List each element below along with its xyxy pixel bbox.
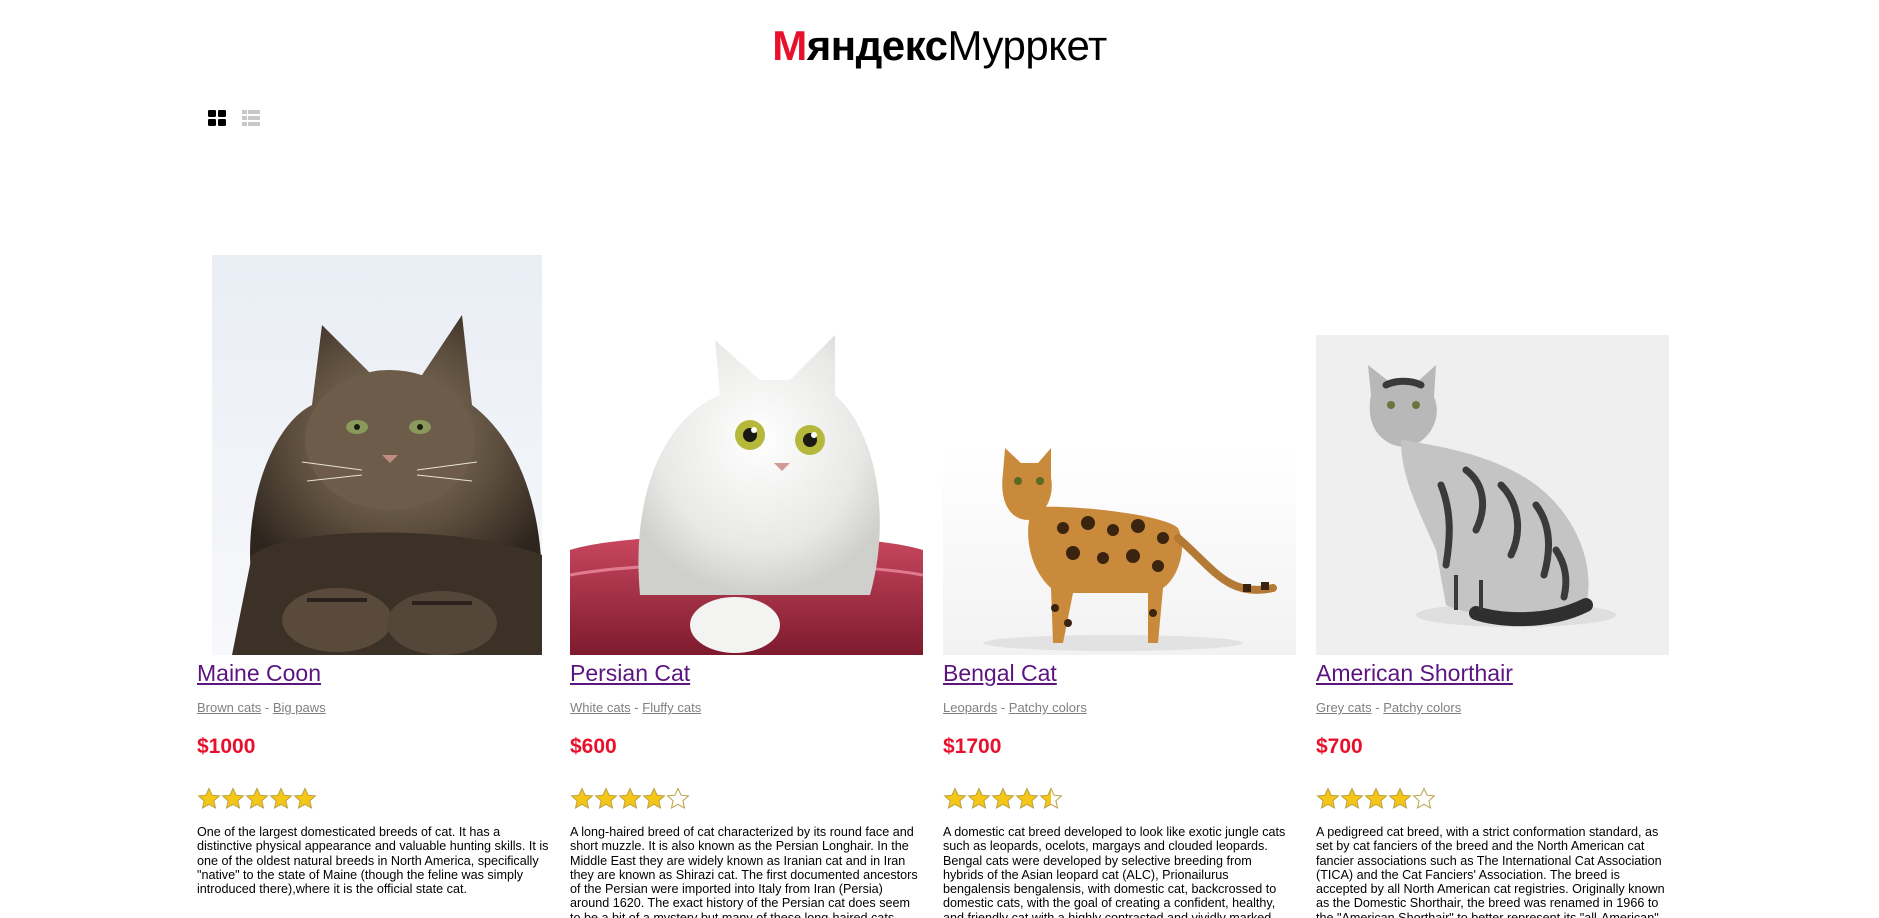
tag-separator: - xyxy=(1371,700,1384,715)
persian-cat-photo[interactable] xyxy=(570,335,923,655)
product-title-link[interactable]: American Shorthair xyxy=(1316,660,1513,687)
product-title-link[interactable]: Bengal Cat xyxy=(943,660,1057,687)
star-full-icon xyxy=(269,787,293,809)
star-half-icon xyxy=(1039,787,1063,809)
tag-link[interactable]: Fluffy cats xyxy=(642,700,701,715)
maine-coon-photo[interactable] xyxy=(212,255,542,655)
american-shorthair-photo[interactable] xyxy=(1316,335,1669,655)
list-view-icon[interactable] xyxy=(241,108,261,128)
star-full-icon xyxy=(221,787,245,809)
product-image[interactable] xyxy=(1316,255,1676,655)
product-tags: Grey cats - Patchy colors xyxy=(1316,700,1461,715)
grid-view-icon[interactable] xyxy=(207,108,227,128)
star-full-icon xyxy=(594,787,618,809)
rating-stars xyxy=(943,787,1063,811)
product-price: $1700 xyxy=(943,735,1002,758)
star-full-icon xyxy=(293,787,317,809)
tag-link[interactable]: Big paws xyxy=(273,700,326,715)
star-full-icon xyxy=(642,787,666,809)
star-full-icon xyxy=(197,787,221,809)
product-card: Persian Cat White cats - Fluffy cats $60… xyxy=(570,255,930,918)
logo-yandex: яндекс xyxy=(806,22,948,69)
product-title-link[interactable]: Maine Coon xyxy=(197,660,321,687)
star-full-icon xyxy=(1015,787,1039,809)
star-full-icon xyxy=(943,787,967,809)
tag-link[interactable]: Patchy colors xyxy=(1383,700,1461,715)
star-full-icon xyxy=(967,787,991,809)
product-price: $1000 xyxy=(197,735,256,758)
product-description: A pedigreed cat breed, with a strict con… xyxy=(1316,825,1665,918)
product-title-link[interactable]: Persian Cat xyxy=(570,660,690,687)
star-full-icon xyxy=(991,787,1015,809)
site-header: МяндексМурркет xyxy=(0,18,1879,74)
star-full-icon xyxy=(570,787,594,809)
product-card: American Shorthair Grey cats - Patchy co… xyxy=(1316,255,1676,918)
product-tags: White cats - Fluffy cats xyxy=(570,700,701,715)
site-logo[interactable]: МяндексМурркет xyxy=(772,22,1107,69)
product-description: A long-haired breed of cat characterized… xyxy=(570,825,918,918)
tag-link[interactable]: Leopards xyxy=(943,700,997,715)
star-full-icon xyxy=(1316,787,1340,809)
star-empty-icon xyxy=(666,787,690,809)
star-full-icon xyxy=(1340,787,1364,809)
tag-link[interactable]: Brown cats xyxy=(197,700,261,715)
product-price: $700 xyxy=(1316,735,1363,758)
product-image[interactable] xyxy=(943,255,1303,655)
product-grid: Maine Coon Brown cats - Big paws $1000 O… xyxy=(197,255,1677,918)
product-card: Bengal Cat Leopards - Patchy colors $170… xyxy=(943,255,1303,918)
bengal-cat-photo[interactable] xyxy=(943,448,1296,655)
tag-link[interactable]: Grey cats xyxy=(1316,700,1372,715)
tag-link[interactable]: Patchy colors xyxy=(1009,700,1087,715)
star-full-icon xyxy=(1388,787,1412,809)
rating-stars xyxy=(1316,787,1436,811)
view-toggle xyxy=(207,108,261,128)
product-tags: Leopards - Patchy colors xyxy=(943,700,1087,715)
product-tags: Brown cats - Big paws xyxy=(197,700,326,715)
tag-separator: - xyxy=(261,700,273,715)
tag-separator: - xyxy=(630,700,643,715)
tag-link[interactable]: White cats xyxy=(570,700,631,715)
rating-stars xyxy=(570,787,690,811)
star-full-icon xyxy=(1364,787,1388,809)
product-image[interactable] xyxy=(570,255,930,655)
star-full-icon xyxy=(618,787,642,809)
product-image[interactable] xyxy=(197,255,557,655)
logo-murrket: Мурркет xyxy=(947,22,1107,69)
tag-separator: - xyxy=(997,700,1009,715)
product-price: $600 xyxy=(570,735,617,758)
star-empty-icon xyxy=(1412,787,1436,809)
rating-stars xyxy=(197,787,317,811)
product-description: One of the largest domesticated breeds o… xyxy=(197,825,549,897)
product-description: A domestic cat breed developed to look l… xyxy=(943,825,1286,918)
logo-letter-m: М xyxy=(772,22,807,69)
star-full-icon xyxy=(245,787,269,809)
product-card: Maine Coon Brown cats - Big paws $1000 O… xyxy=(197,255,557,918)
